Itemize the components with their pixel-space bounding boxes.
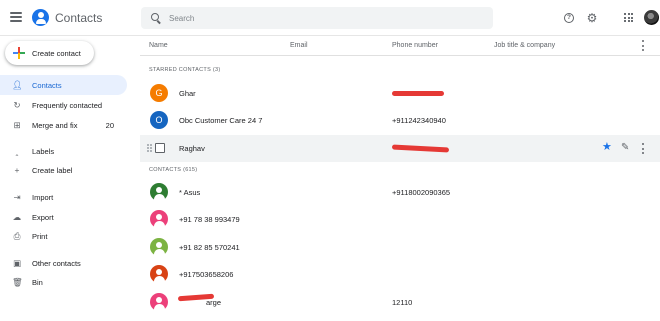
plus-icon: + — [14, 165, 20, 175]
table-row[interactable]: +91 82 85 570241 — [140, 234, 660, 261]
app-title[interactable]: Contacts — [55, 11, 102, 25]
sidebar-item-label: Import — [32, 193, 54, 202]
top-bar: Contacts ? ⚙ — [0, 0, 660, 36]
main-menu-icon[interactable] — [10, 12, 22, 22]
avatar — [150, 238, 168, 256]
sidebar-item-label: Frequently contacted — [32, 101, 103, 110]
gear-icon[interactable]: ⚙ — [586, 12, 598, 24]
sidebar-item-export[interactable]: ☁ Export — [0, 207, 127, 227]
edit-icon[interactable]: ✎ — [621, 142, 629, 153]
column-header-phone[interactable]: Phone number — [392, 42, 438, 49]
help-icon[interactable]: ? — [564, 13, 574, 23]
sidebar-item-label: Print — [32, 232, 48, 241]
sidebar-item-print[interactable]: ⎙ Print — [0, 226, 127, 246]
column-header-name[interactable]: Name — [149, 42, 168, 49]
avatar — [150, 265, 168, 283]
contact-name: Obc Customer Care 24 7 — [179, 116, 263, 125]
chevron-up-icon: ‸ — [15, 146, 19, 156]
print-icon: ⎙ — [13, 231, 21, 241]
avatar: G — [150, 84, 168, 102]
contact-phone: +9118002090365 — [392, 188, 451, 197]
search-bar[interactable] — [141, 7, 493, 29]
account-avatar[interactable] — [644, 10, 659, 25]
contact-phone: +911242340940 — [392, 116, 446, 125]
contact-name: Ghar — [179, 89, 196, 98]
sidebar-item-frequently-contacted[interactable]: ↻ Frequently contacted — [0, 95, 127, 115]
star-icon[interactable]: ★ — [602, 142, 612, 153]
apps-grid-icon[interactable] — [624, 13, 633, 22]
plus-icon — [13, 47, 25, 59]
contact-name: Raghav — [179, 144, 205, 153]
table-row[interactable]: O Obc Customer Care 24 7 +911242340940 — [140, 107, 660, 134]
avatar — [150, 210, 168, 228]
sidebar-item-label: Other contacts — [32, 259, 81, 268]
column-header-job[interactable]: Job title & company — [494, 42, 555, 49]
sidebar-item-label: Export — [32, 213, 54, 222]
sidebar-item-label: Contacts — [32, 81, 62, 90]
sidebar-item-create-label[interactable]: + Create label — [0, 160, 127, 180]
sidebar-item-bin[interactable]: 🗑︎ Bin — [0, 272, 127, 292]
sidebar-item-other-contacts[interactable]: ▣ Other contacts — [0, 253, 127, 273]
drag-handle-icon[interactable] — [147, 144, 152, 153]
contact-name: * Asus — [179, 188, 201, 197]
contact-phone: 12110 — [392, 298, 413, 307]
sidebar: Create contact 👤︎ Contacts ↻ Frequently … — [0, 36, 132, 321]
table-header: Name Email Phone number Job title & comp… — [140, 36, 660, 56]
sidebar-item-merge-and-fix[interactable]: ⊞ Merge and fix 20 — [0, 115, 127, 135]
table-row[interactable]: arge 12110 — [140, 289, 660, 316]
create-contact-button[interactable]: Create contact — [5, 41, 94, 65]
redaction-mark — [392, 91, 444, 96]
table-row[interactable]: * Asus +9118002090365 — [140, 179, 660, 206]
avatar — [150, 293, 168, 311]
column-header-email[interactable]: Email — [290, 42, 308, 49]
redaction-mark — [391, 144, 450, 153]
sidebar-item-label: Labels — [32, 147, 55, 156]
merge-count-badge: 20 — [105, 121, 114, 130]
search-icon[interactable] — [151, 13, 159, 21]
starred-section-title: STARRED CONTACTS (3) — [149, 67, 221, 73]
contacts-logo-icon — [32, 9, 49, 26]
contacts-list: Name Email Phone number Job title & comp… — [140, 36, 660, 321]
sidebar-item-contacts[interactable]: 👤︎ Contacts — [0, 75, 127, 95]
search-input[interactable] — [169, 11, 469, 25]
contact-name: +91 82 85 570241 — [179, 243, 240, 252]
history-icon: ↻ — [13, 100, 21, 110]
table-row[interactable]: +917503658206 — [140, 261, 660, 288]
cloud-upload-icon: ☁ — [12, 212, 22, 222]
contact-name: arge — [206, 298, 222, 307]
table-row[interactable]: Raghav ★ ✎ — [140, 135, 660, 162]
bin-icon: 🗑︎ — [12, 277, 23, 287]
sidebar-item-label: Merge and fix — [32, 121, 78, 130]
create-contact-label: Create contact — [32, 49, 81, 58]
column-options-icon[interactable] — [641, 40, 644, 51]
select-checkbox[interactable] — [155, 143, 165, 153]
contacts-section-title: CONTACTS (615) — [149, 167, 198, 173]
avatar: O — [150, 111, 168, 129]
contact-name: +917503658206 — [179, 270, 234, 279]
table-row[interactable]: G Ghar — [140, 80, 660, 107]
import-icon: ⇥ — [13, 192, 21, 202]
table-row[interactable]: +91 78 38 993479 — [140, 206, 660, 233]
sidebar-item-label: Create label — [32, 166, 73, 175]
contact-name: +91 78 38 993479 — [179, 215, 240, 224]
sidebar-item-import[interactable]: ⇥ Import — [0, 187, 127, 207]
merge-icon: ⊞ — [13, 120, 21, 130]
more-options-icon[interactable] — [641, 143, 644, 154]
avatar — [150, 183, 168, 201]
sidebar-item-labels[interactable]: ‸ Labels — [0, 141, 127, 161]
person-icon: 👤︎ — [12, 80, 23, 90]
sidebar-item-label: Bin — [32, 278, 43, 287]
other-contacts-icon: ▣ — [12, 258, 22, 268]
